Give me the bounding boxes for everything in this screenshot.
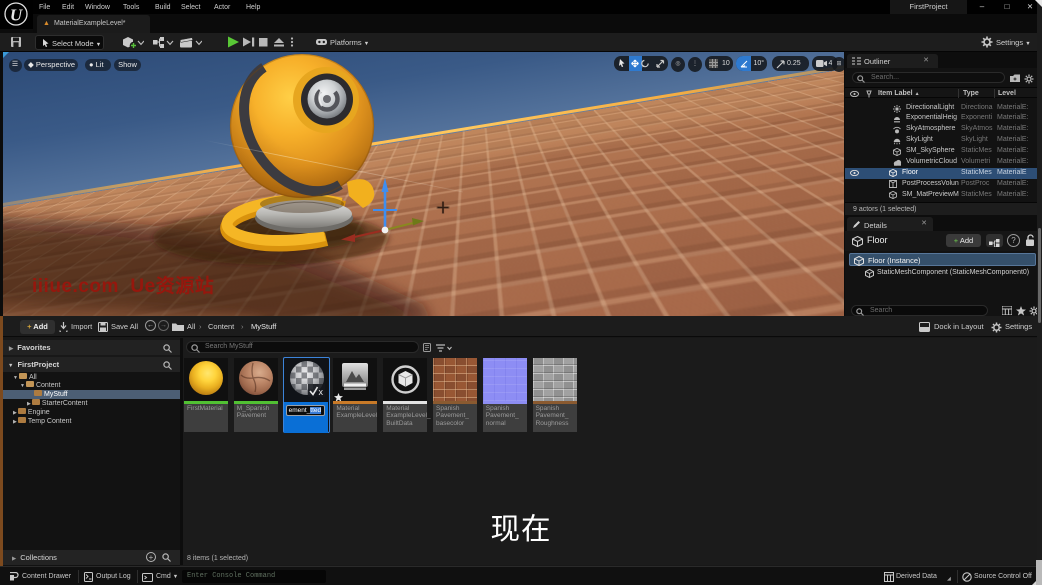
svg-text:U: U [10,6,23,25]
svg-text:x: x [318,387,323,397]
